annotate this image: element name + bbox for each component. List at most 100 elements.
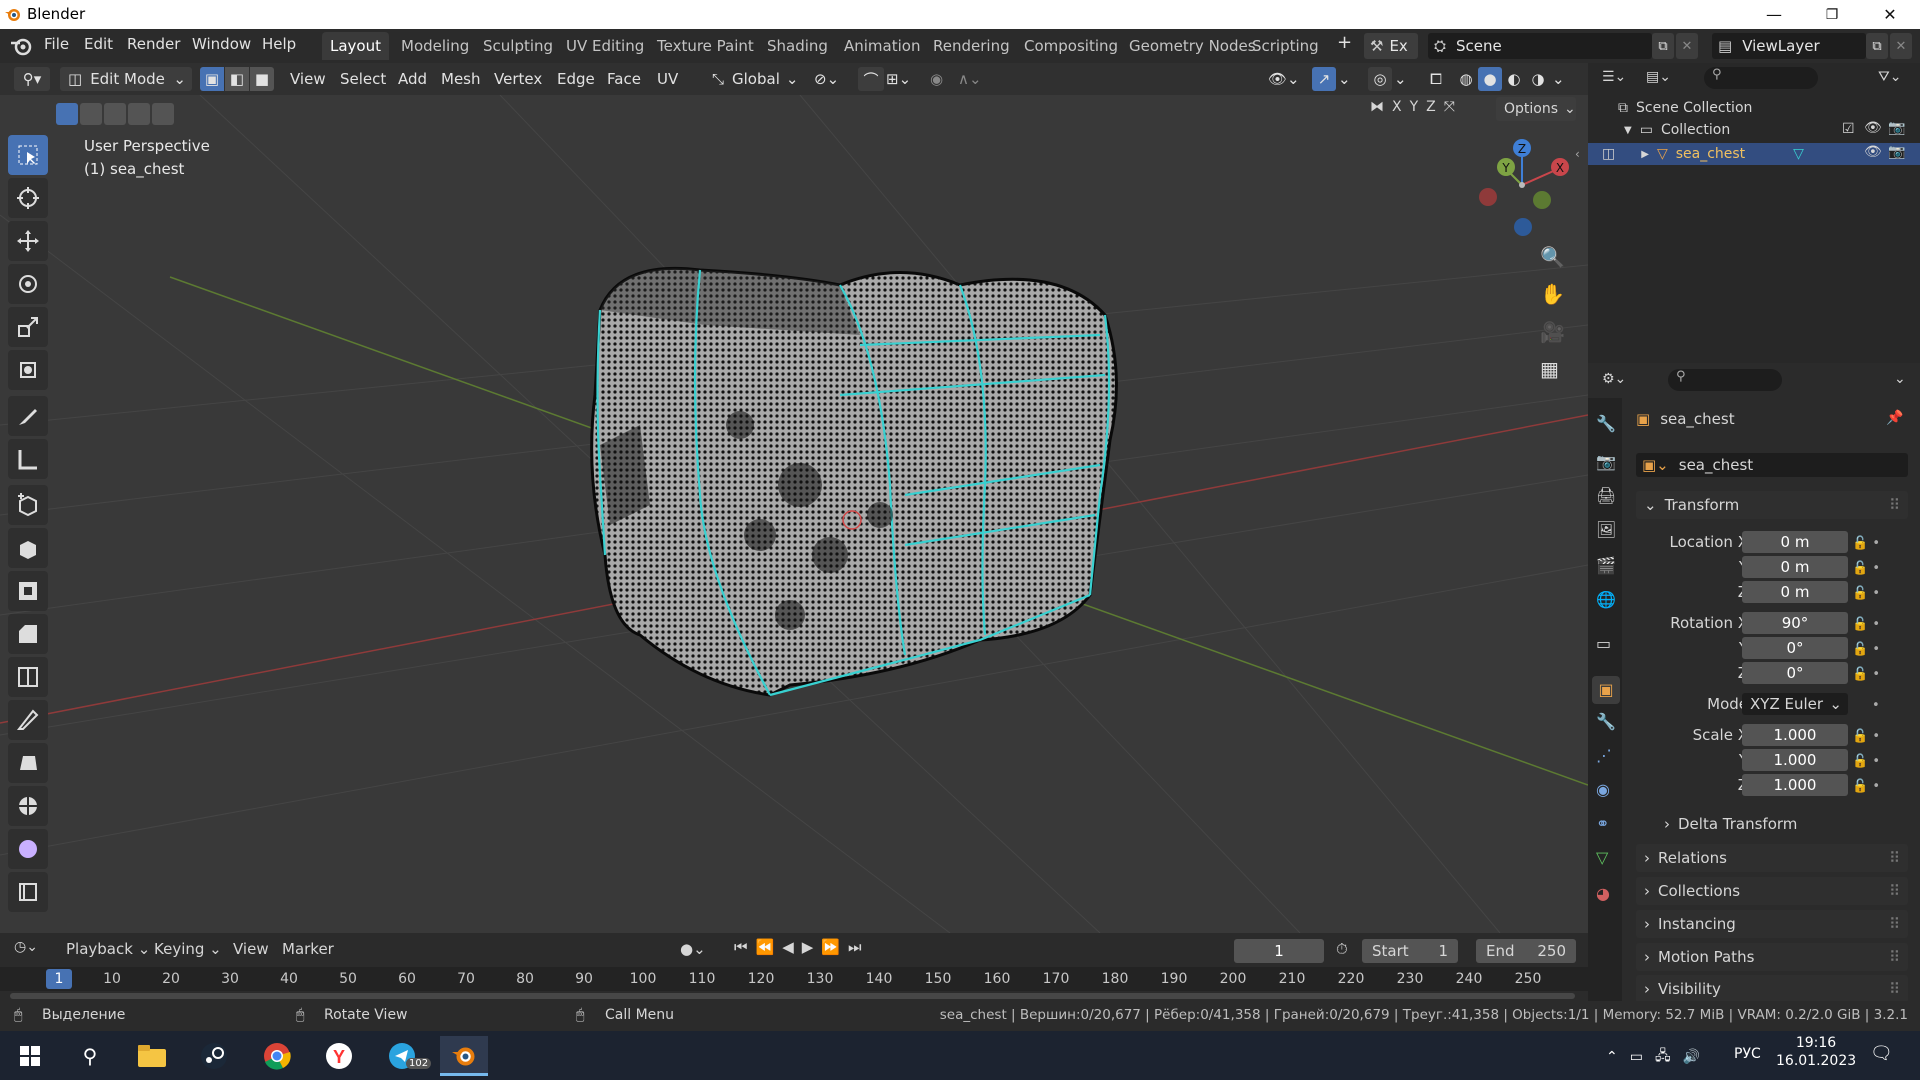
topology-mirror-icon[interactable]: ⤧ — [1444, 99, 1455, 115]
yandex-browser-icon[interactable]: Y — [315, 1036, 363, 1076]
snap-icon[interactable]: ⌒ — [858, 67, 884, 91]
mirror-z-toggle[interactable]: Z — [1426, 99, 1436, 115]
tab-geometry-nodes[interactable]: Geometry Nodes — [1121, 32, 1264, 60]
loop-cut-tool[interactable] — [8, 657, 48, 697]
measure-tool[interactable] — [8, 439, 48, 479]
wireframe-shading-icon[interactable]: ◍ — [1454, 67, 1478, 91]
blender-taskbar-icon[interactable] — [440, 1036, 488, 1076]
vertex-select-icon[interactable]: ▣ — [200, 67, 224, 91]
constraints-tab-icon[interactable]: ⚭ — [1596, 814, 1609, 833]
battery-icon[interactable]: ▭ — [1630, 1049, 1643, 1065]
camera-view-icon[interactable]: 🎥 — [1540, 320, 1565, 344]
auto-keying-icon[interactable]: ●⌄ — [680, 940, 706, 958]
options-dropdown[interactable]: Options ⌄ — [1496, 97, 1576, 121]
keying-menu[interactable]: Keying ⌄ — [154, 940, 222, 958]
timeline-editor-type-icon[interactable]: ◷⌄ — [14, 939, 38, 955]
tab-layout[interactable]: Layout — [322, 32, 389, 60]
poly-build-tool[interactable] — [8, 743, 48, 783]
pin-icon[interactable]: 📌 — [1886, 410, 1903, 426]
drag-handle-icon[interactable]: ⠿ — [1889, 948, 1900, 966]
object-tab-icon[interactable]: ▣ — [1592, 676, 1620, 704]
tab-modeling[interactable]: Modeling — [393, 32, 477, 60]
outliner-scene-collection[interactable]: ⧉ Scene Collection — [1618, 97, 1752, 119]
lock-icon[interactable]: 🔓 • — [1852, 612, 1892, 637]
proportional-edit-icon[interactable]: ◉ — [930, 67, 954, 91]
rendered-shading-icon[interactable]: ◑ — [1526, 67, 1550, 91]
maximize-button[interactable]: ❐ — [1803, 0, 1861, 29]
render-tab-icon[interactable]: 📷 — [1596, 452, 1616, 471]
view-layer-tab-icon[interactable]: 🖼 — [1596, 520, 1616, 539]
marker-menu[interactable]: Marker — [282, 940, 334, 958]
pan-hand-icon[interactable]: ✋ — [1540, 282, 1565, 306]
rotate-tool[interactable] — [8, 264, 48, 304]
engine-selector[interactable]: ⚒ Ex — [1364, 33, 1418, 59]
outliner-editor-type-icon[interactable]: ☰⌄ — [1602, 69, 1626, 85]
input-language[interactable]: РУС — [1734, 1046, 1761, 1062]
scale-x-field[interactable]: 1.000 — [1742, 724, 1848, 746]
mode-selector[interactable]: ◫ Edit Mode ⌄ — [60, 67, 192, 91]
tool-tab-icon[interactable]: 🔧 — [1596, 414, 1616, 433]
notifications-icon[interactable]: 🗨 — [1870, 1043, 1893, 1064]
relations-panel-header[interactable]: › Relations ⠿ — [1636, 844, 1908, 872]
outliner-collection[interactable]: ▼ ▭ Collection — [1624, 119, 1730, 141]
menu-uv[interactable]: UV — [657, 67, 678, 91]
falloff-icon[interactable]: ∧⌄ — [958, 67, 988, 91]
new-scene-icon[interactable]: ⧉ — [1652, 33, 1674, 59]
collection-eye-icon[interactable]: 👁 — [1864, 120, 1882, 136]
tab-uv-editing[interactable]: UV Editing — [558, 32, 652, 60]
new-view-layer-icon[interactable]: ⧉ — [1866, 33, 1888, 59]
next-keyframe-icon[interactable]: ⏩ — [821, 938, 840, 956]
menu-mesh[interactable]: Mesh — [441, 67, 481, 91]
select-subtract-icon[interactable] — [104, 103, 126, 125]
filter-icon[interactable]: ⛛⌄ — [1878, 69, 1902, 85]
bevel-tool[interactable] — [8, 614, 48, 654]
current-frame-field[interactable]: 1 — [1234, 939, 1324, 963]
blender-menu-icon[interactable] — [10, 36, 32, 56]
expand-arrow-icon[interactable]: ▶ — [1641, 149, 1649, 160]
3d-viewport[interactable]: User Perspective (1) sea_chest ⧓ X Y Z ⤧… — [0, 95, 1588, 933]
data-tab-icon[interactable]: ▽ — [1596, 848, 1608, 867]
output-tab-icon[interactable]: 🖨 — [1596, 486, 1616, 505]
properties-options-icon[interactable]: ⌄ — [1894, 371, 1906, 387]
lock-icon[interactable]: 🔓 • — [1852, 774, 1892, 799]
taskbar-search-icon[interactable]: ⚲ — [66, 1036, 114, 1076]
smooth-tool[interactable] — [8, 829, 48, 869]
overlays-dropdown-icon[interactable]: ⌄ — [1394, 67, 1408, 91]
minimize-button[interactable]: — — [1745, 0, 1803, 29]
menu-help[interactable]: Help — [262, 35, 296, 53]
delete-scene-icon[interactable]: ✕ — [1676, 33, 1698, 59]
location-z-field[interactable]: 0 m — [1742, 581, 1848, 603]
physics-tab-icon[interactable]: ◉ — [1596, 780, 1610, 799]
menu-edit[interactable]: Edit — [84, 35, 113, 53]
outliner-search-input[interactable]: ⚲ — [1704, 67, 1818, 89]
lock-icon[interactable]: 🔓 • — [1852, 749, 1892, 774]
end-frame-field[interactable]: End 250 — [1476, 939, 1576, 963]
network-icon[interactable]: 🖧 — [1655, 1045, 1671, 1069]
extrude-tool[interactable] — [8, 528, 48, 568]
navigation-gizmo[interactable]: Z X Y — [1470, 135, 1580, 245]
start-frame-field[interactable]: Start 1 — [1362, 939, 1458, 963]
expand-arrow-icon[interactable]: ▼ — [1624, 125, 1632, 136]
lock-icon[interactable]: 🔓 • — [1852, 581, 1892, 606]
drag-handle-icon[interactable]: ⠿ — [1889, 915, 1900, 933]
menu-render[interactable]: Render — [127, 35, 180, 53]
move-tool[interactable] — [8, 221, 48, 261]
zoom-icon[interactable]: 🔍 — [1540, 245, 1565, 269]
overlays-toggle-icon[interactable]: ◎ — [1368, 67, 1392, 91]
select-intersect-icon[interactable] — [152, 103, 174, 125]
collection-checkbox[interactable]: ☑ — [1842, 121, 1855, 137]
edge-slide-tool[interactable] — [8, 872, 48, 912]
tab-sculpting[interactable]: Sculpting — [475, 32, 561, 60]
collections-panel-header[interactable]: › Collections ⠿ — [1636, 877, 1908, 905]
steam-icon[interactable] — [190, 1036, 238, 1076]
menu-window[interactable]: Window — [192, 35, 251, 53]
volume-icon[interactable]: 🔊 — [1683, 1049, 1700, 1065]
scale-tool[interactable] — [8, 307, 48, 347]
properties-editor-type-icon[interactable]: ⚙⌄ — [1602, 371, 1626, 387]
location-x-field[interactable]: 0 m — [1742, 531, 1848, 553]
select-new-icon[interactable] — [56, 103, 78, 125]
tray-expand-icon[interactable]: ⌃ — [1606, 1049, 1618, 1065]
scene-tab-icon[interactable]: 🎬 — [1596, 556, 1616, 575]
chrome-icon[interactable] — [253, 1036, 301, 1076]
material-tab-icon[interactable]: ◕ — [1596, 884, 1610, 903]
